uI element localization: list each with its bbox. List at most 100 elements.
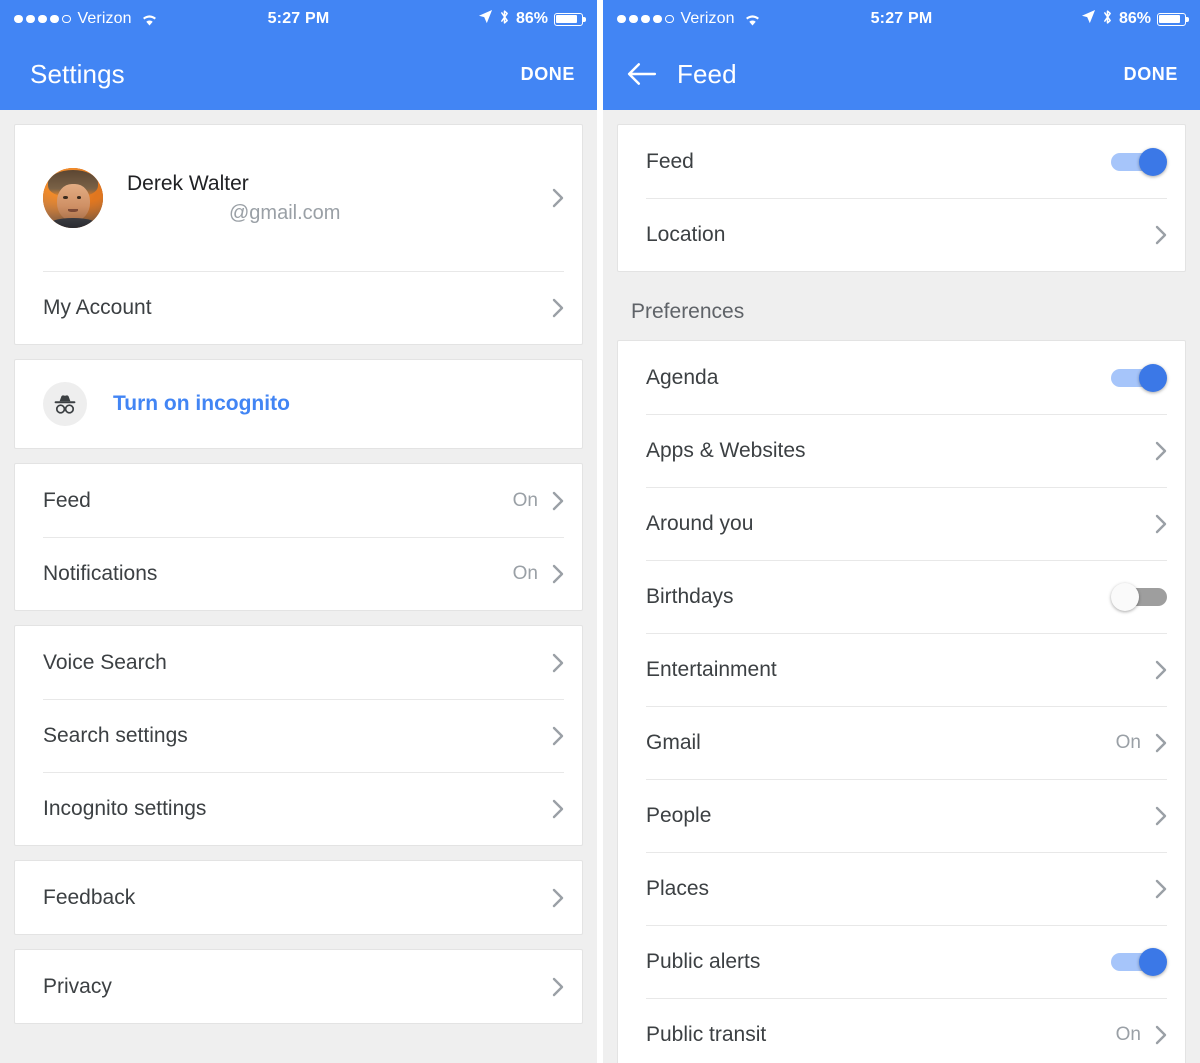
row-label: Voice Search (43, 650, 167, 674)
row-label: Feedback (43, 885, 136, 909)
feed-notifications-card: Feed On Notifications On (14, 463, 583, 611)
feed-row-location[interactable]: Location (618, 198, 1185, 271)
app-bar-feed: Feed DONE (603, 38, 1200, 110)
status-bar-right-group: 86% (1081, 9, 1189, 30)
settings-row-search-settings[interactable]: Search settings (15, 699, 582, 772)
settings-row-incognito-settings[interactable]: Incognito settings (15, 772, 582, 845)
chevron-right-icon (552, 491, 564, 511)
feed-scroll-area[interactable]: Feed Location Preferences Agenda Apps & … (603, 110, 1200, 1063)
settings-row-voice-search[interactable]: Voice Search (15, 626, 582, 699)
row-label: Privacy (43, 974, 112, 998)
app-bar-settings: Settings DONE (0, 38, 597, 110)
wifi-icon (744, 13, 761, 26)
pref-row-apps-websites[interactable]: Apps & Websites (618, 414, 1185, 487)
feed-top-card: Feed Location (617, 124, 1186, 272)
chevron-right-icon (552, 298, 564, 318)
row-label: Public alerts (646, 949, 761, 973)
chevron-right-icon (552, 799, 564, 819)
dual-screenshot-container: Verizon 5:27 PM 86% Settings DONE Derek … (0, 0, 1200, 1063)
done-button[interactable]: DONE (521, 64, 575, 85)
profile-name: Derek Walter (127, 171, 249, 195)
my-account-row[interactable]: My Account (15, 271, 582, 344)
pref-row-public-transit[interactable]: Public transit On (618, 998, 1185, 1063)
pref-row-gmail[interactable]: Gmail On (618, 706, 1185, 779)
pref-row-places[interactable]: Places (618, 852, 1185, 925)
row-label: Location (646, 222, 726, 246)
public-alerts-toggle[interactable] (1111, 947, 1167, 976)
pref-row-entertainment[interactable]: Entertainment (618, 633, 1185, 706)
status-bar-carrier-group: Verizon (14, 10, 158, 28)
profile-row[interactable]: Derek Walter @gmail.com (15, 125, 582, 271)
turn-on-incognito-row[interactable]: Turn on incognito (15, 360, 582, 448)
row-label: Gmail (646, 730, 701, 754)
my-account-label: My Account (43, 295, 152, 319)
settings-row-feed[interactable]: Feed On (15, 464, 582, 537)
row-label: Feed (646, 149, 694, 173)
birthdays-toggle[interactable] (1111, 582, 1167, 611)
chevron-right-icon (552, 564, 564, 584)
incognito-label: Turn on incognito (113, 392, 290, 415)
chevron-right-icon (1155, 514, 1167, 534)
settings-scroll-area[interactable]: Derek Walter @gmail.com My Account Turn … (0, 110, 597, 1063)
location-arrow-icon (1081, 9, 1096, 29)
battery-icon (1157, 12, 1189, 26)
feedback-card: Feedback (14, 860, 583, 935)
bluetooth-icon (499, 9, 510, 30)
incognito-card: Turn on incognito (14, 359, 583, 449)
row-label: Search settings (43, 723, 188, 747)
page-title: Settings (30, 58, 125, 89)
row-label: Public transit (646, 1022, 767, 1046)
row-label: Around you (646, 511, 754, 535)
carrier-label: Verizon (77, 10, 132, 27)
status-bar-left: Verizon 5:27 PM 86% (0, 0, 597, 38)
row-label: Places (646, 876, 710, 900)
row-value: On (1115, 731, 1141, 753)
status-bar-carrier-group: Verizon (617, 10, 761, 28)
done-button[interactable]: DONE (1124, 64, 1178, 85)
preferences-section-header: Preferences (631, 300, 745, 323)
left-phone-screen: Verizon 5:27 PM 86% Settings DONE Derek … (0, 0, 597, 1063)
chevron-right-icon (552, 888, 564, 908)
incognito-icon (43, 382, 87, 426)
row-value: On (1115, 1023, 1141, 1045)
status-bar-right: Verizon 5:27 PM 86% (603, 0, 1200, 38)
row-label: Apps & Websites (646, 438, 806, 462)
status-bar-right-group: 86% (478, 9, 586, 30)
pref-row-people[interactable]: People (618, 779, 1185, 852)
battery-percent-label: 86% (515, 10, 548, 27)
chevron-right-icon (1155, 225, 1167, 245)
battery-percent-label: 86% (1118, 10, 1151, 27)
preferences-card: Agenda Apps & Websites Around you Birthd… (617, 340, 1186, 1063)
chevron-right-icon (1155, 879, 1167, 899)
row-label: Incognito settings (43, 796, 207, 820)
privacy-card: Privacy (14, 949, 583, 1024)
row-value: On (512, 489, 538, 511)
battery-icon (554, 12, 586, 26)
row-label: Agenda (646, 365, 719, 389)
chevron-right-icon (1155, 733, 1167, 753)
arrow-left-icon[interactable] (625, 57, 659, 91)
chevron-right-icon (1155, 806, 1167, 826)
feed-toggle[interactable] (1111, 147, 1167, 176)
pref-row-public-alerts[interactable]: Public alerts (618, 925, 1185, 998)
feed-row-feed[interactable]: Feed (618, 125, 1185, 198)
row-label: Entertainment (646, 657, 777, 681)
row-label: Birthdays (646, 584, 734, 608)
chevron-right-icon (1155, 1025, 1167, 1045)
agenda-toggle[interactable] (1111, 363, 1167, 392)
row-value: On (512, 562, 538, 584)
settings-row-notifications[interactable]: Notifications On (15, 537, 582, 610)
chevron-right-icon (552, 653, 564, 673)
settings-row-privacy[interactable]: Privacy (15, 950, 582, 1023)
page-title: Feed (677, 58, 737, 89)
chevron-right-icon (1155, 441, 1167, 461)
pref-row-agenda[interactable]: Agenda (618, 341, 1185, 414)
pref-row-around-you[interactable]: Around you (618, 487, 1185, 560)
row-label: Notifications (43, 561, 158, 585)
pref-row-birthdays[interactable]: Birthdays (618, 560, 1185, 633)
wifi-icon (141, 13, 158, 26)
chevron-right-icon (1155, 660, 1167, 680)
chevron-right-icon (552, 977, 564, 997)
settings-row-feedback[interactable]: Feedback (15, 861, 582, 934)
right-phone-screen: Verizon 5:27 PM 86% Feed DONE Feed Locat… (603, 0, 1200, 1063)
